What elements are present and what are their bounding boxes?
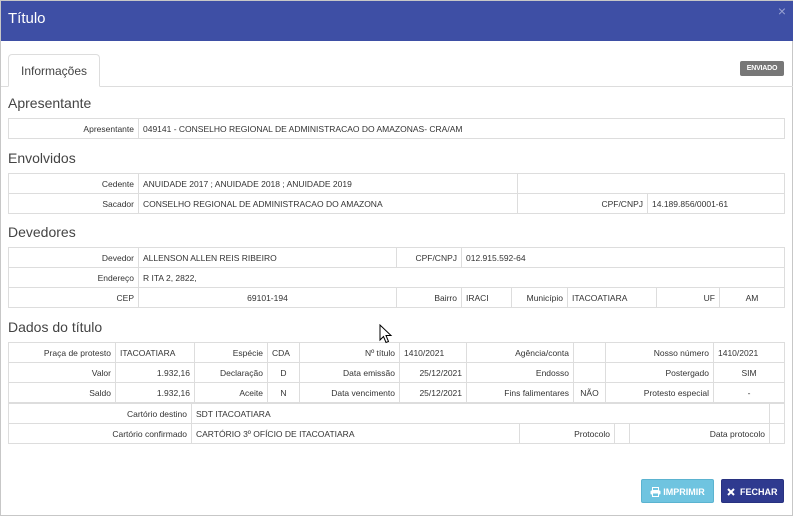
valor-label: Valor [8, 362, 116, 383]
uf-value: AM [718, 287, 786, 308]
aceite-label: Aceite [194, 382, 268, 403]
endereco-label: Endereço [8, 267, 139, 288]
especie-value: CDA [267, 342, 300, 363]
table-row: CEP 69101-194 Bairro IRACI Município ITA… [8, 287, 786, 308]
devedores-table: Devedor ALLENSON ALLEN REIS RIBEIRO CPF/… [8, 247, 786, 308]
cartorio-table: Cartório destino SDT ITACOATIARA Cartóri… [8, 403, 785, 444]
data-vencimento-value: 25/12/2021 [399, 382, 467, 403]
data-emissao-value: 25/12/2021 [399, 362, 467, 383]
empty-cell [769, 403, 785, 424]
municipio-value: ITACOATIARA [567, 287, 657, 308]
close-icon[interactable]: × [778, 4, 786, 18]
protocolo-label: Protocolo [519, 423, 615, 444]
devedor-cpf-value: 012.915.592-64 [460, 247, 786, 268]
table-row: Cartório destino SDT ITACOATIARA [8, 403, 785, 424]
nosso-numero-value: 1410/2021 [713, 342, 785, 363]
status-badge: ENVIADO [740, 61, 784, 76]
data-emissao-label: Data emissão [299, 362, 400, 383]
data-protocolo-value [769, 423, 785, 444]
nosso-numero-label: Nosso número [605, 342, 714, 363]
protesto-especial-label: Protesto especial [605, 382, 714, 403]
devedor-value: ALLENSON ALLEN REIS RIBEIRO [138, 247, 397, 268]
municipio-label: Município [511, 287, 568, 308]
section-title-apresentante: Apresentante [8, 95, 92, 111]
cartorio-destino-label: Cartório destino [8, 403, 192, 424]
close-button[interactable]: FECHAR [721, 479, 784, 503]
devedor-cpf-label: CPF/CNPJ [396, 247, 462, 268]
cartorio-confirmado-label: Cartório confirmado [8, 423, 192, 444]
devedor-label: Devedor [8, 247, 139, 268]
agencia-value [573, 342, 606, 363]
apresentante-label: Apresentante [8, 118, 139, 139]
aceite-value: N [267, 382, 300, 403]
section-title-devedores: Devedores [8, 224, 76, 240]
bairro-value: IRACI [461, 287, 512, 308]
protocolo-value [614, 423, 630, 444]
print-button[interactable]: IMPRIMIR [641, 479, 714, 503]
saldo-value: 1.932,16 [115, 382, 195, 403]
data-protocolo-label: Data protocolo [629, 423, 770, 444]
mouse-cursor-icon [379, 324, 393, 344]
envolvidos-table: Cedente ANUIDADE 2017 ; ANUIDADE 2018 ; … [8, 173, 785, 214]
table-row: Sacador CONSELHO REGIONAL DE ADMINISTRAC… [8, 193, 785, 214]
table-row: Apresentante 049141 - CONSELHO REGIONAL … [8, 118, 785, 139]
valor-value: 1.932,16 [115, 362, 195, 383]
saldo-label: Saldo [8, 382, 116, 403]
endosso-label: Endosso [466, 362, 574, 383]
table-row: Saldo 1.932,16 Aceite N Data vencimento … [8, 382, 785, 403]
endereco-value: R ITA 2, 2822, [137, 267, 786, 288]
especie-label: Espécie [194, 342, 268, 363]
sacador-label: Sacador [8, 193, 139, 214]
print-button-label: IMPRIMIR [663, 487, 705, 497]
declaracao-value: D [267, 362, 300, 383]
cep-label: CEP [8, 287, 139, 308]
printer-icon [650, 486, 661, 497]
empty-cell [517, 173, 785, 194]
declaracao-label: Declaração [194, 362, 268, 383]
apresentante-table: Apresentante 049141 - CONSELHO REGIONAL … [8, 118, 785, 139]
cartorio-destino-value: SDT ITACOATIARA [191, 403, 770, 424]
apresentante-value: 049141 - CONSELHO REGIONAL DE ADMINISTRA… [138, 118, 785, 139]
table-row: Valor 1.932,16 Declaração D Data emissão… [8, 362, 785, 383]
praca-label: Praça de protesto [8, 342, 116, 363]
tab-bar: Informações [1, 53, 793, 87]
dados-table: Praça de protesto ITACOATIARA Espécie CD… [8, 342, 785, 403]
table-row: Cartório confirmado CARTÓRIO 3º OFÍCIO D… [8, 423, 785, 444]
praca-value: ITACOATIARA [115, 342, 195, 363]
protesto-especial-value: - [713, 382, 785, 403]
modal-header: Título × [1, 1, 793, 41]
table-row: Endereço R ITA 2, 2822, [8, 267, 786, 288]
section-title-dados: Dados do título [8, 319, 103, 335]
sacador-cpf-value: 14.189.856/0001-61 [647, 193, 785, 214]
sacador-cpf-label: CPF/CNPJ [517, 193, 648, 214]
tab-informacoes[interactable]: Informações [8, 54, 100, 87]
agencia-label: Agência/conta [466, 342, 574, 363]
close-x-icon [727, 487, 736, 496]
postergado-label: Postergado [605, 362, 714, 383]
ntitulo-value: 1410/2021 [399, 342, 467, 363]
cep-value: 69101-194 [138, 287, 397, 308]
fins-falimentares-label: Fins falimentares [466, 382, 574, 403]
table-row: Devedor ALLENSON ALLEN REIS RIBEIRO CPF/… [8, 247, 786, 268]
cedente-label: Cedente [8, 173, 139, 194]
modal-title: Título [8, 10, 46, 27]
uf-label: UF [656, 287, 720, 308]
table-row: Cedente ANUIDADE 2017 ; ANUIDADE 2018 ; … [8, 173, 785, 194]
close-button-label: FECHAR [740, 487, 778, 497]
endosso-value [573, 362, 606, 383]
table-row: Praça de protesto ITACOATIARA Espécie CD… [8, 342, 785, 363]
section-title-envolvidos: Envolvidos [8, 150, 76, 166]
data-vencimento-label: Data vencimento [299, 382, 400, 403]
titulo-modal: Título × Informações ENVIADO Apresentant… [0, 0, 793, 516]
ntitulo-label: Nº título [299, 342, 400, 363]
cartorio-confirmado-value: CARTÓRIO 3º OFÍCIO DE ITACOATIARA [191, 423, 520, 444]
fins-falimentares-value: NÃO [573, 382, 606, 403]
bairro-label: Bairro [396, 287, 462, 308]
postergado-value: SIM [713, 362, 785, 383]
tab-divider [1, 86, 793, 87]
cedente-value: ANUIDADE 2017 ; ANUIDADE 2018 ; ANUIDADE… [138, 173, 518, 194]
sacador-value: CONSELHO REGIONAL DE ADMINISTRACAO DO AM… [138, 193, 518, 214]
